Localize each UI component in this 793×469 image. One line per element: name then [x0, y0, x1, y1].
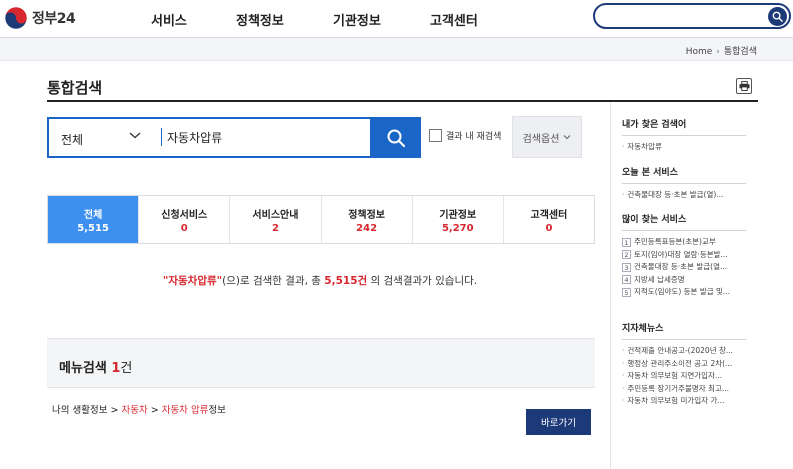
menu-search-unit: 건	[120, 361, 133, 376]
breadcrumb-bar: Home › 통합검색	[0, 39, 793, 61]
recent-searches-title: 내가 찾은 검색어	[622, 117, 746, 136]
tab-all[interactable]: 전체 5,515	[48, 196, 139, 243]
taegeuk-logo-icon	[4, 6, 28, 30]
result-text: (으)로 검색한 결과, 총	[222, 275, 325, 287]
tab-agency-info[interactable]: 기관정보 5,270	[411, 196, 503, 243]
print-button[interactable]	[736, 78, 752, 94]
path-separator: >	[147, 405, 162, 416]
local-news-item[interactable]: · 주민등록 장기거주불명자 최고...	[622, 383, 746, 396]
tab-service-guide[interactable]: 서비스안내 2	[229, 196, 320, 243]
tab-count: 5,270	[441, 222, 474, 234]
tab-customer-center[interactable]: 고객센터 0	[502, 196, 594, 243]
top-header: 정부24 서비스 정책정보 기관정보 고객센터	[0, 0, 793, 38]
re-search-label: 결과 내 재검색	[446, 132, 502, 142]
popular-services-title: 많이 찾는 서비스	[622, 212, 746, 231]
tab-label: 정책정보	[348, 209, 385, 221]
printer-icon	[739, 81, 749, 91]
tab-count: 242	[356, 222, 378, 234]
local-government-news: 지자체뉴스 · 건적제출 안내공고-(2020년 창... · 행정상 관리주소이전…	[622, 321, 746, 408]
local-news-item[interactable]: · 건적제출 안내공고-(2020년 창...	[622, 345, 746, 358]
tab-label: 신청서비스	[161, 209, 208, 221]
menu-result-path[interactable]: 나의 생활정보 > 자동차 > 자동차 압류정보	[52, 402, 226, 416]
result-keyword: "자동차압류"	[162, 275, 223, 287]
popular-service-item[interactable]: 2 토지(임야)대장 열람·등본발...	[622, 249, 746, 262]
search-options-label: 검색옵션	[522, 133, 560, 145]
tab-application-services[interactable]: 신청서비스 0	[138, 196, 229, 243]
nav-item-services[interactable]: 서비스	[151, 10, 187, 29]
popular-services: 많이 찾는 서비스 1 주민등록표등본(초본)교부 2 토지(임야)대장 열람·등본…	[622, 212, 746, 299]
menu-search-title: 메뉴검색 1건	[59, 357, 132, 376]
menu-search-label: 메뉴검색	[59, 361, 107, 376]
gov24-logo[interactable]: 정부24	[4, 6, 76, 30]
breadcrumb-home[interactable]: Home	[686, 47, 713, 57]
tab-count: 5,515	[77, 222, 109, 234]
local-news-item[interactable]: · 자동차 의무보험 지연가입자...	[622, 370, 746, 383]
header-search	[593, 3, 791, 29]
tab-label: 고객센터	[530, 209, 568, 221]
go-to-label: 바로가기	[541, 418, 576, 429]
header-search-button[interactable]	[768, 7, 787, 26]
today-service-item[interactable]: · 건축물대장 등·초본 발급(열)...	[622, 189, 746, 202]
chevron-down-icon[interactable]	[129, 130, 141, 140]
path-highlight: 자동차	[121, 405, 148, 416]
recent-searches: 내가 찾은 검색어 · 자동차압류	[622, 117, 746, 154]
header-search-input[interactable]	[605, 8, 765, 24]
category-select[interactable]: 전체	[61, 131, 83, 148]
local-news-item[interactable]: · 행정상 관리주소이전 공고 2차(...	[622, 358, 746, 371]
today-viewed-services: 오늘 본 서비스 · 건축물대장 등·초본 발급(열)...	[622, 165, 746, 202]
tab-count: 0	[180, 222, 188, 234]
menu-search-header: 메뉴검색 1건	[47, 338, 595, 388]
result-text-end: 의 검색결과가 있습니다.	[367, 275, 478, 287]
tab-policy-info[interactable]: 정책정보 242	[320, 196, 412, 243]
re-search-toggle[interactable]: 결과 내 재검색	[429, 129, 501, 142]
popular-service-item[interactable]: 5 지적도(임야도) 등본 발급 및...	[622, 286, 746, 299]
result-total: 5,515건	[324, 275, 368, 287]
path-highlight: 자동차 압류	[161, 405, 209, 416]
nav-item-policy[interactable]: 정책정보	[236, 10, 284, 29]
search-icon	[387, 129, 405, 147]
result-tabs: 전체 5,515 신청서비스 0 서비스안내 2 정책정보 242 기관정보 5…	[47, 195, 595, 244]
breadcrumb-current: 통합검색	[723, 47, 757, 57]
popular-service-item[interactable]: 3 건축물대장 등·초본 발급(열...	[622, 261, 746, 274]
chevron-right-icon: ›	[716, 47, 720, 57]
tab-label: 서비스안내	[252, 209, 299, 221]
recent-search-item[interactable]: · 자동차압류	[622, 141, 746, 154]
breadcrumb: Home › 통합검색	[686, 44, 757, 57]
result-summary: "자동차압류"(으)로 검색한 결과, 총 5,515건 의 검색결과가 있습니…	[0, 273, 640, 288]
re-search-checkbox[interactable]	[429, 129, 442, 142]
tab-count: 0	[545, 222, 553, 234]
page-title: 통합검색	[47, 79, 103, 97]
nav-item-support[interactable]: 고객센터	[430, 10, 478, 29]
search-input[interactable]	[167, 127, 367, 147]
path-segment: 정보	[208, 405, 226, 416]
chevron-down-icon	[564, 135, 571, 140]
nav-item-agency[interactable]: 기관정보	[333, 10, 381, 29]
go-to-button[interactable]: 바로가기	[526, 409, 591, 435]
local-news-title: 지자체뉴스	[622, 321, 746, 340]
search-box: 전체	[47, 117, 421, 158]
today-services-title: 오늘 본 서비스	[622, 165, 746, 184]
popular-service-item[interactable]: 4 지방세 납세증명	[622, 274, 746, 287]
path-segment: 나의 생활정보 >	[52, 405, 122, 416]
search-options-button[interactable]: 검색옵션	[512, 116, 582, 158]
tab-label: 기관정보	[439, 209, 477, 221]
search-caret	[161, 128, 162, 146]
title-divider	[47, 100, 758, 102]
tab-count: 2	[271, 222, 279, 234]
tab-label: 전체	[83, 209, 103, 221]
search-icon	[772, 11, 783, 22]
local-news-item[interactable]: · 자동차 의무보험 미가입자 가...	[622, 395, 746, 408]
search-button[interactable]	[370, 117, 421, 158]
popular-service-item[interactable]: 1 주민등록표등본(초본)교부	[622, 236, 746, 249]
sidebar-divider	[610, 102, 611, 469]
logo-text: 정부24	[32, 11, 76, 27]
